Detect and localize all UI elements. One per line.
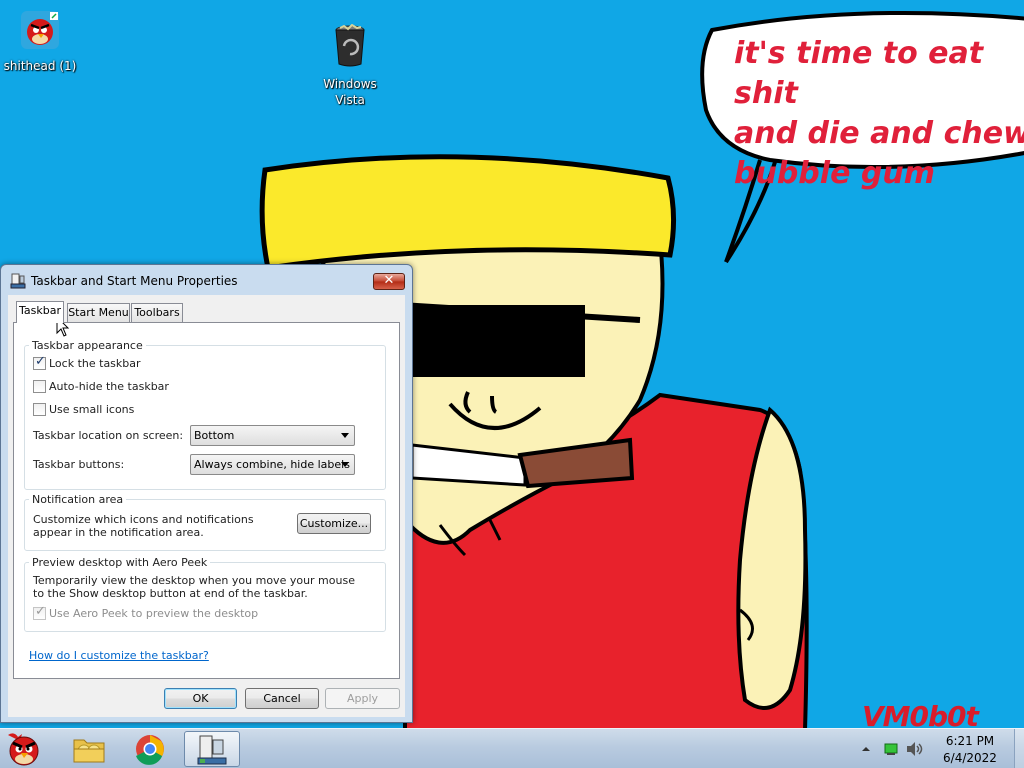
tab-toolbars[interactable]: Toolbars — [131, 303, 183, 322]
taskbar-properties-icon — [197, 735, 227, 765]
clock-time: 6:21 PM — [945, 734, 995, 748]
dropdown-value: Bottom — [194, 429, 235, 442]
notification-area-description: Customize which icons and notifications … — [33, 513, 254, 539]
chevron-down-icon — [341, 433, 349, 438]
notification-area-group: Notification area Customize which icons … — [24, 493, 386, 551]
taskbar-explorer-button[interactable] — [62, 731, 118, 767]
location-label: Taskbar location on screen: — [33, 429, 184, 442]
tab-start-menu[interactable]: Start Menu — [67, 303, 130, 322]
show-hidden-icons-icon[interactable] — [858, 741, 874, 757]
angry-bird-icon — [8, 733, 39, 766]
chevron-down-icon — [341, 462, 349, 467]
ok-button[interactable]: OK — [164, 688, 237, 709]
dialog-titlebar[interactable]: Taskbar and Start Menu Properties ✕ — [1, 265, 412, 297]
checkbox-box: ✓ — [33, 604, 46, 620]
button-label: Customize... — [299, 517, 369, 530]
taskbar-buttons-dropdown[interactable]: Always combine, hide labels — [190, 454, 355, 475]
dropdown-value: Always combine, hide labels — [194, 458, 350, 471]
folder-icon — [73, 739, 105, 763]
group-title: Taskbar appearance — [29, 339, 146, 352]
aero-peek-description: Temporarily view the desktop when you mo… — [33, 574, 355, 600]
checkmark-icon: ✓ — [35, 604, 46, 619]
checkbox-label: Use Aero Peek to preview the desktop — [49, 607, 259, 620]
recycle-bin-icon — [335, 23, 365, 67]
checkbox-label: Auto-hide the taskbar — [49, 380, 169, 393]
aero-peek-group: Preview desktop with Aero Peek Temporari… — [24, 556, 386, 632]
desktop-icon-angry-bird[interactable]: shithead (1) — [0, 10, 80, 74]
tab-label: Taskbar — [19, 304, 61, 317]
desktop-icon-label: shithead (1) — [3, 59, 77, 73]
button-label: Apply — [346, 692, 379, 705]
checkbox-label: Lock the taskbar — [49, 357, 141, 370]
tab-label: Start Menu — [68, 306, 129, 319]
taskbar: 6:21 PM 6/4/2022 — [0, 728, 1024, 768]
help-link[interactable]: How do I customize the taskbar? — [29, 649, 209, 662]
desktop-icon-label: Windows Vista — [323, 77, 377, 107]
button-label: OK — [192, 692, 209, 705]
taskbar-angry-birds-button[interactable] — [0, 731, 56, 767]
close-button[interactable]: ✕ — [373, 273, 405, 290]
button-label: Cancel — [263, 692, 301, 705]
show-desktop-button[interactable] — [1014, 729, 1024, 768]
network-icon[interactable] — [882, 741, 900, 757]
taskbar-location-dropdown[interactable]: Bottom — [190, 425, 355, 446]
checkmark-icon: ✓ — [35, 354, 46, 369]
group-title: Preview desktop with Aero Peek — [29, 556, 211, 569]
chrome-icon — [136, 735, 164, 765]
checkbox-box — [33, 380, 46, 393]
cancel-button[interactable]: Cancel — [245, 688, 319, 709]
dialog-client-area: Taskbar Start Menu Toolbars Taskbar appe… — [8, 295, 405, 717]
clock-date: 6/4/2022 — [943, 751, 997, 765]
system-clock[interactable]: 6:21 PM 6/4/2022 — [928, 733, 1012, 767]
volume-icon[interactable] — [905, 740, 925, 758]
tab-label: Toolbars — [134, 306, 180, 319]
taskbar-properties-icon — [10, 273, 26, 289]
checkbox-box: ✓ — [33, 354, 46, 370]
group-title: Notification area — [29, 493, 127, 506]
angry-bird-shortcut-icon — [21, 11, 59, 49]
speech-bubble-text: it's time to eat shit and die and chew b… — [734, 36, 1024, 191]
taskbar-chrome-button[interactable] — [122, 731, 178, 767]
dialog-title: Taskbar and Start Menu Properties — [31, 274, 238, 288]
customize-button[interactable]: Customize... — [297, 513, 371, 534]
buttons-label: Taskbar buttons: — [33, 458, 125, 471]
tab-taskbar[interactable]: Taskbar — [16, 301, 64, 323]
taskbar-appearance-group: Taskbar appearance ✓ Lock the taskbar Au… — [24, 339, 386, 490]
checkbox-box — [33, 403, 46, 416]
tab-panel-taskbar: Taskbar appearance ✓ Lock the taskbar Au… — [13, 322, 400, 679]
apply-button[interactable]: Apply — [325, 688, 400, 709]
close-icon: ✕ — [383, 273, 395, 288]
taskbar-properties-window-button[interactable] — [184, 731, 240, 767]
desktop-icon-recycle-bin[interactable]: Windows Vista — [310, 8, 390, 124]
checkbox-label: Use small icons — [49, 403, 135, 416]
